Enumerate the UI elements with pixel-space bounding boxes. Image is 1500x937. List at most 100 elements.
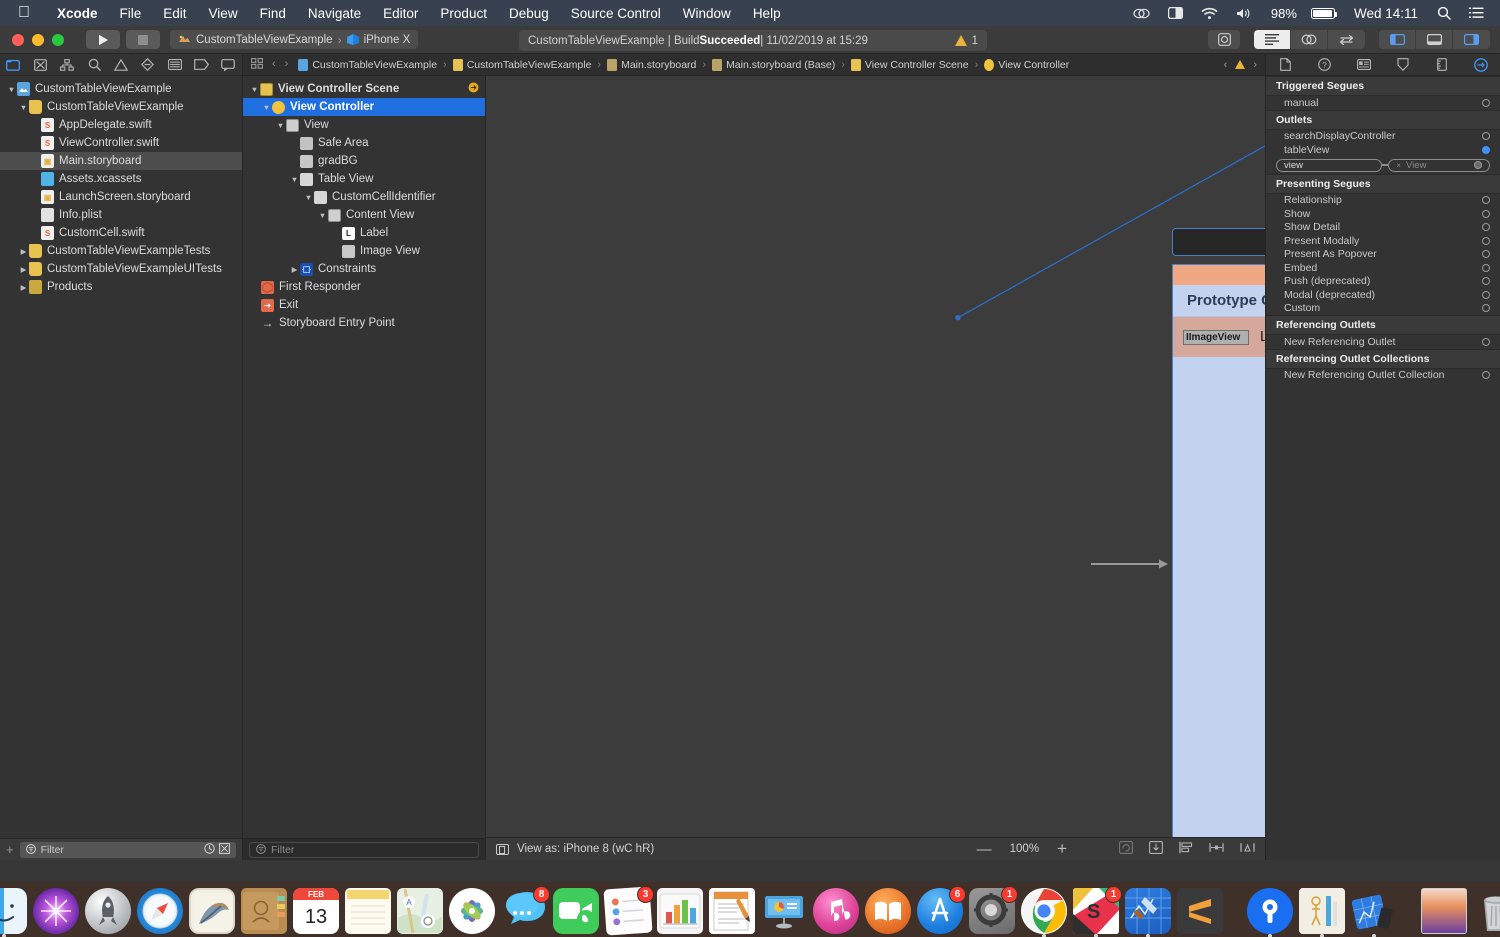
- segue-row-custom[interactable]: Custom: [1266, 302, 1500, 316]
- breadcrumb-item-project[interactable]: CustomTableViewExample: [298, 58, 437, 71]
- tree-row-main-storyboard[interactable]: ▣ Main.storyboard: [0, 152, 242, 170]
- view-as-control[interactable]: View as: iPhone 8 (wC hR): [496, 843, 654, 855]
- connection-well[interactable]: [1482, 209, 1490, 218]
- navigator-filter-field[interactable]: Filter: [19, 841, 236, 858]
- menu-item-navigate[interactable]: Navigate: [297, 6, 372, 21]
- issue-navigator-tab[interactable]: [111, 57, 131, 73]
- toggle-inspector-button[interactable]: [1453, 30, 1490, 49]
- embed-in-button[interactable]: [1149, 841, 1163, 857]
- outlet-connection-view[interactable]: view × View: [1266, 157, 1500, 174]
- dock-app-calendar[interactable]: FEB 13: [293, 888, 339, 934]
- connection-well[interactable]: [1482, 223, 1490, 232]
- outline-row-exit[interactable]: Exit: [243, 296, 485, 314]
- menu-item-file[interactable]: File: [109, 6, 153, 21]
- outline-row-gradbg[interactable]: gradBG: [243, 152, 485, 170]
- align-button[interactable]: [1179, 841, 1193, 857]
- symbol-navigator-tab[interactable]: [57, 57, 77, 73]
- related-items-icon[interactable]: [251, 57, 263, 72]
- debug-navigator-tab[interactable]: [165, 57, 185, 73]
- dock-trash[interactable]: [1473, 888, 1500, 934]
- disclosure-closed-icon[interactable]: ▶: [289, 265, 300, 274]
- disclosure-open-icon[interactable]: ▼: [261, 103, 272, 112]
- connection-well[interactable]: [1482, 250, 1490, 259]
- panel-toggle-segmented-control[interactable]: [1379, 30, 1490, 49]
- dock-downloads-stack[interactable]: [1421, 888, 1467, 934]
- assistant-editor-button[interactable]: [1291, 30, 1328, 49]
- dock-app-messages[interactable]: 8: [501, 886, 550, 934]
- update-frames-button[interactable]: [1119, 841, 1133, 857]
- tree-row-project[interactable]: ▼ CustomTableViewExample: [0, 80, 242, 98]
- outline-row-cell[interactable]: ▼ CustomCellIdentifier: [243, 188, 485, 206]
- connection-well[interactable]: [1474, 161, 1482, 169]
- dock-app-ibooks[interactable]: [865, 888, 911, 934]
- outlet-row-tableview[interactable]: tableView: [1266, 143, 1500, 157]
- disclosure-open-icon[interactable]: ▼: [275, 121, 286, 130]
- dock-app-mail[interactable]: [189, 888, 235, 934]
- add-new-constraints-button[interactable]: [1209, 841, 1224, 857]
- connection-well[interactable]: [1482, 196, 1490, 205]
- outline-row-entry-point[interactable]: → Storyboard Entry Point: [243, 314, 485, 332]
- tree-row-customcell[interactable]: S CustomCell.swift: [0, 224, 242, 242]
- creative-cloud-icon[interactable]: [1124, 7, 1159, 20]
- dock-app-tower[interactable]: [1247, 888, 1293, 937]
- outline-row-view-controller[interactable]: ▼ View Controller: [243, 98, 485, 116]
- connection-well-active[interactable]: [1482, 145, 1490, 154]
- dock-app-contacts[interactable]: [241, 888, 287, 934]
- breadcrumb-item-group[interactable]: CustomTableViewExample: [452, 58, 591, 71]
- volume-icon[interactable]: [1227, 7, 1262, 20]
- file-inspector-tab[interactable]: [1277, 57, 1295, 73]
- breadcrumb-back-button[interactable]: ‹: [272, 58, 276, 72]
- dock-app-system-preferences[interactable]: 1: [969, 886, 1018, 934]
- toggle-debug-area-button[interactable]: [1416, 30, 1453, 49]
- disclosure-open-icon[interactable]: ▼: [289, 175, 300, 184]
- connection-well[interactable]: [1482, 304, 1490, 313]
- warning-triangle-icon[interactable]: [1235, 60, 1246, 69]
- add-file-button[interactable]: +: [6, 842, 14, 857]
- outline-filter-field[interactable]: Filter: [249, 841, 479, 858]
- connection-well[interactable]: [1482, 263, 1490, 272]
- segue-row-show-detail[interactable]: Show Detail: [1266, 221, 1500, 235]
- dock-app-sketch-like[interactable]: [1299, 888, 1345, 937]
- dock-app-xcode[interactable]: [1125, 888, 1171, 937]
- dock-app-reminders[interactable]: 3: [603, 886, 654, 936]
- outline-row-constraints[interactable]: ▶ Constraints: [243, 260, 485, 278]
- tree-row-assets[interactable]: Assets.xcassets: [0, 170, 242, 188]
- dock-app-launchpad[interactable]: [85, 888, 131, 934]
- segue-row-present-modally[interactable]: Present Modally: [1266, 234, 1500, 248]
- source-control-filter-icon[interactable]: [219, 842, 230, 857]
- connection-well[interactable]: [1482, 277, 1490, 286]
- standard-editor-button[interactable]: [1254, 30, 1291, 49]
- referencing-outlet-collection-row[interactable]: New Referencing Outlet Collection: [1266, 369, 1500, 383]
- outline-row-table-view[interactable]: ▼ Table View: [243, 170, 485, 188]
- dock-app-ma[interactable]: A: [397, 888, 443, 934]
- view-controller-canvas-view[interactable]: 9:41 AM Prototype Cells IImageView Label…: [1172, 264, 1265, 860]
- resolve-layout-issues-button[interactable]: [1240, 841, 1255, 857]
- battery-icon[interactable]: [1302, 7, 1344, 19]
- scene-entry-icon[interactable]: [468, 82, 479, 96]
- segue-row-push[interactable]: Push (deprecated): [1266, 275, 1500, 289]
- dock-app-sublime-text[interactable]: [1177, 888, 1223, 934]
- report-navigator-tab[interactable]: [218, 57, 238, 73]
- tree-row-group[interactable]: ▼ CustomTableViewExample: [0, 98, 242, 116]
- segue-row-modal[interactable]: Modal (deprecated): [1266, 288, 1500, 302]
- tree-row-infoplist[interactable]: Info.plist: [0, 206, 242, 224]
- breadcrumb-item-view-controller[interactable]: View Controller: [984, 58, 1069, 71]
- activity-warning-group[interactable]: 1: [954, 35, 978, 47]
- zoom-window-button[interactable]: [52, 33, 64, 46]
- menu-item-view[interactable]: View: [198, 6, 249, 21]
- cell-image-view[interactable]: IImageView: [1183, 329, 1249, 345]
- segue-row-present-as-popover[interactable]: Present As Popover: [1266, 248, 1500, 262]
- stop-button[interactable]: [126, 30, 160, 49]
- disclosure-open-icon[interactable]: ▼: [18, 103, 29, 112]
- connection-well[interactable]: [1482, 132, 1490, 141]
- outline-row-first-responder[interactable]: First Responder: [243, 278, 485, 296]
- find-navigator-tab[interactable]: [84, 57, 104, 73]
- connection-well[interactable]: [1482, 371, 1490, 380]
- toggle-navigator-button[interactable]: [1379, 30, 1416, 49]
- menu-item-find[interactable]: Find: [249, 6, 297, 21]
- dock-app-slack[interactable]: S 1: [1073, 886, 1122, 937]
- dock-app-siri[interactable]: [33, 888, 79, 934]
- outline-row-safe-area[interactable]: Safe Area: [243, 134, 485, 152]
- disclosure-closed-icon[interactable]: ▶: [18, 283, 29, 292]
- interface-builder-canvas[interactable]: 1 9:41 AM Prototype Cells IImageView Lab…: [486, 76, 1265, 860]
